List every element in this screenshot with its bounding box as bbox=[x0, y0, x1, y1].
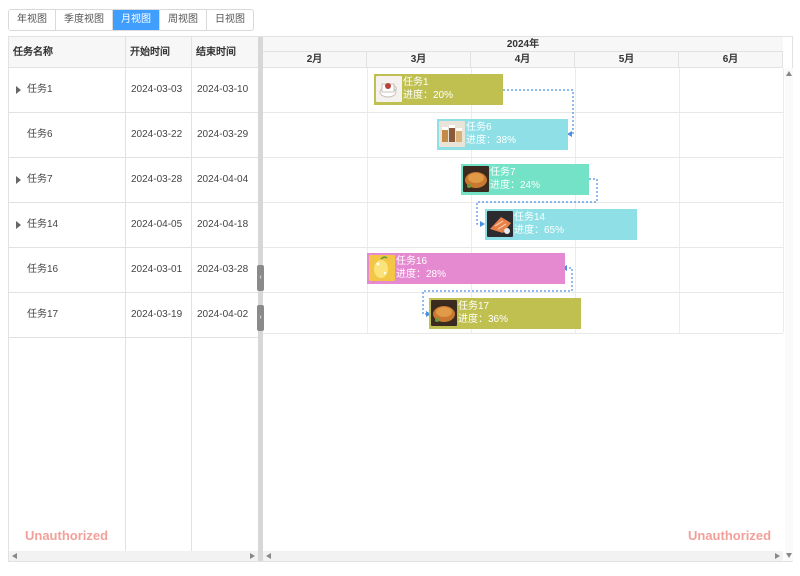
tab-day-view[interactable]: 日视图 bbox=[207, 10, 253, 30]
expand-caret-icon[interactable] bbox=[16, 221, 21, 229]
column-divider bbox=[191, 68, 192, 561]
roast-image bbox=[463, 166, 489, 192]
month-label: 4月 bbox=[471, 52, 575, 68]
month-label: 2月 bbox=[263, 52, 367, 68]
start-time-cell: 2024-03-28 bbox=[126, 158, 192, 202]
end-time-cell: 2024-04-02 bbox=[197, 309, 249, 320]
table-row[interactable]: 任务1 2024-03-03 2024-03-10 bbox=[9, 68, 258, 113]
grid-row-line bbox=[263, 157, 783, 158]
task-name-cell: 任务16 bbox=[27, 248, 126, 292]
start-time-cell: 2024-04-05 bbox=[126, 203, 192, 247]
tab-month-view[interactable]: 月视图 bbox=[113, 10, 160, 30]
task-name-cell: 任务1 bbox=[27, 68, 126, 112]
table-row[interactable]: 任务6 2024-03-22 2024-03-29 bbox=[9, 113, 258, 158]
task-bar[interactable]: 任务6 进度：38% bbox=[437, 119, 568, 150]
roast-image bbox=[431, 300, 457, 326]
task-bar-progress: 进度：28% bbox=[396, 269, 447, 280]
start-time-cell: 2024-03-03 bbox=[126, 68, 192, 112]
scroll-left-arrow-icon[interactable] bbox=[266, 553, 271, 559]
task-bar[interactable]: 任务7 进度：24% bbox=[461, 164, 589, 195]
table-row[interactable]: 任务17 2024-03-19 2024-04-02 bbox=[9, 293, 258, 338]
task-bar-name: 任务17 bbox=[458, 301, 490, 312]
chart-horizontal-scrollbar[interactable] bbox=[263, 551, 783, 561]
task-bar-name: 任务16 bbox=[396, 256, 428, 267]
scroll-up-arrow-icon[interactable] bbox=[786, 71, 792, 76]
month-label: 5月 bbox=[575, 52, 679, 68]
start-time-cell: 2024-03-19 bbox=[126, 293, 192, 337]
task-bar-progress: 进度：20% bbox=[403, 90, 454, 101]
task-bar[interactable]: 任务1 进度：20% bbox=[374, 74, 503, 105]
end-time-cell: 2024-04-04 bbox=[197, 174, 249, 185]
grid-column-line bbox=[783, 68, 784, 333]
task-bar[interactable]: 任务16 进度：28% bbox=[367, 253, 565, 284]
scroll-right-arrow-icon[interactable] bbox=[250, 553, 255, 559]
task-name-cell: 任务6 bbox=[27, 113, 126, 157]
expand-caret-icon[interactable] bbox=[16, 86, 21, 94]
table-row[interactable]: 任务14 2024-04-05 2024-04-18 bbox=[9, 203, 258, 248]
task-bar[interactable]: 任务17 进度：36% bbox=[429, 298, 581, 329]
end-time-cell: 2024-04-18 bbox=[197, 219, 249, 230]
column-divider bbox=[125, 68, 126, 561]
expand-caret-icon[interactable] bbox=[16, 176, 21, 184]
cup-image bbox=[376, 76, 402, 102]
grid-row-line bbox=[263, 333, 783, 334]
chart-vertical-scrollbar[interactable] bbox=[785, 68, 793, 561]
task-table-header: 任务名称 开始时间 结束时间 bbox=[9, 37, 258, 68]
gantt-container: 任务名称 开始时间 结束时间 任务1 2024-03-03 2024-03-10… bbox=[8, 36, 793, 562]
timeline-year-header: 2024年 bbox=[263, 37, 783, 52]
salmon-image bbox=[487, 211, 513, 237]
grid-column-line bbox=[367, 68, 368, 333]
tab-year-view[interactable]: 年视图 bbox=[9, 10, 56, 30]
task-name-cell: 任务17 bbox=[27, 293, 126, 337]
lemon-image bbox=[369, 255, 395, 281]
scroll-left-arrow-icon[interactable] bbox=[12, 553, 17, 559]
grid-column-line bbox=[471, 68, 472, 333]
start-time-cell: 2024-03-01 bbox=[126, 248, 192, 292]
column-header-end-time[interactable]: 结束时间 bbox=[192, 37, 258, 68]
end-time-cell: 2024-03-10 bbox=[197, 84, 249, 95]
table-horizontal-scrollbar[interactable] bbox=[9, 551, 258, 561]
tab-quarter-view[interactable]: 季度视图 bbox=[56, 10, 113, 30]
task-name-cell: 任务7 bbox=[27, 158, 126, 202]
column-header-task-name[interactable]: 任务名称 bbox=[9, 37, 126, 68]
task-table: 任务名称 开始时间 结束时间 任务1 2024-03-03 2024-03-10… bbox=[9, 37, 258, 561]
grid-column-line bbox=[575, 68, 576, 333]
month-label: 6月 bbox=[679, 52, 783, 68]
task-bar-name: 任务7 bbox=[490, 167, 516, 178]
grid-row-line bbox=[263, 247, 783, 248]
end-time-cell: 2024-03-29 bbox=[197, 129, 249, 140]
table-row[interactable]: 任务16 2024-03-01 2024-03-28 bbox=[9, 248, 258, 293]
column-header-start-time[interactable]: 开始时间 bbox=[126, 37, 192, 68]
task-bar-name: 任务1 bbox=[403, 77, 429, 88]
grid-row-line bbox=[263, 112, 783, 113]
start-time-cell: 2024-03-22 bbox=[126, 113, 192, 157]
watermark-text: Unauthorized bbox=[688, 528, 772, 543]
scroll-right-arrow-icon[interactable] bbox=[775, 553, 780, 559]
task-bar-progress: 进度：38% bbox=[466, 135, 517, 146]
tab-week-view[interactable]: 周视图 bbox=[160, 10, 207, 30]
grid-row-line bbox=[263, 292, 783, 293]
grid-column-line bbox=[679, 68, 680, 333]
view-switcher: 年视图 季度视图 月视图 周视图 日视图 bbox=[8, 9, 254, 31]
grid-row-line bbox=[263, 202, 783, 203]
task-bar-progress: 进度：65% bbox=[514, 225, 565, 236]
task-bar[interactable]: 任务14 进度：65% bbox=[485, 209, 637, 240]
timeline-month-header: 2月 3月 4月 5月 6月 bbox=[263, 52, 783, 68]
jars-image bbox=[439, 121, 465, 147]
scroll-down-arrow-icon[interactable] bbox=[786, 553, 792, 558]
end-time-cell: 2024-03-28 bbox=[197, 264, 249, 275]
task-bar-name: 任务6 bbox=[466, 122, 492, 133]
task-bar-progress: 进度：24% bbox=[490, 180, 541, 191]
watermark-text: Unauthorized bbox=[25, 528, 109, 543]
month-label: 3月 bbox=[367, 52, 471, 68]
gantt-chart: 2024年 2月 3月 4月 5月 6月 任务1 进度：20% 任务6 进度：3… bbox=[263, 37, 793, 561]
table-row[interactable]: 任务7 2024-03-28 2024-04-04 bbox=[9, 158, 258, 203]
task-bar-name: 任务14 bbox=[514, 212, 546, 223]
task-bar-progress: 进度：36% bbox=[458, 314, 509, 325]
task-name-cell: 任务14 bbox=[27, 203, 126, 247]
